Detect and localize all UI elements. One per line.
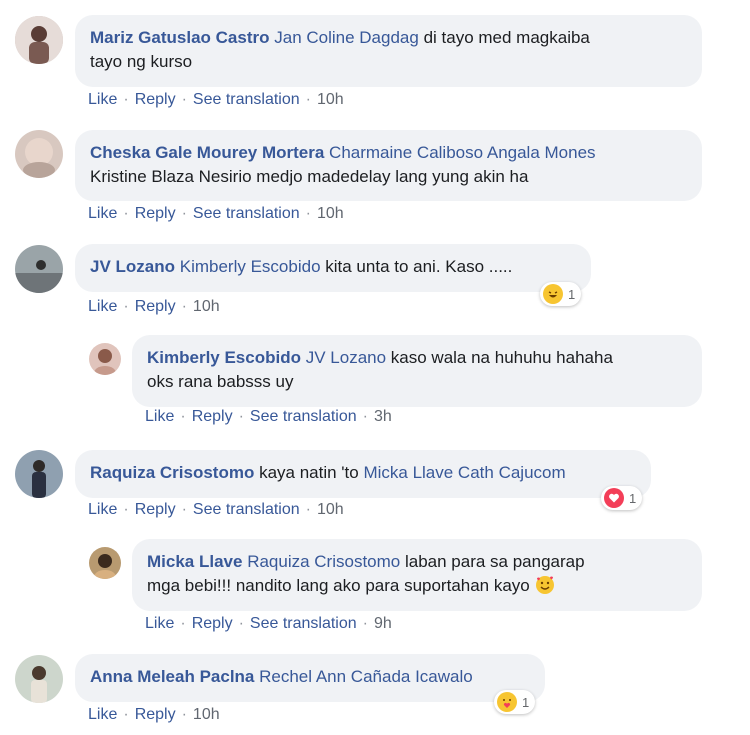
comment-text: laban para sa pangarap xyxy=(400,552,585,571)
avatar[interactable] xyxy=(15,16,63,64)
reaction-summary[interactable]: 1 xyxy=(601,486,643,510)
comment-author[interactable]: Raquiza Crisostomo xyxy=(90,463,254,482)
reaction-count: 1 xyxy=(522,694,530,710)
timestamp[interactable]: 10h xyxy=(193,706,220,723)
see-translation-link[interactable]: See translation xyxy=(193,501,300,518)
like-link[interactable]: Like xyxy=(145,408,174,425)
see-translation-link[interactable]: See translation xyxy=(193,91,300,108)
tagged-name[interactable]: Micka Llave Cath Cajucom xyxy=(363,463,565,482)
reply-link[interactable]: Reply xyxy=(192,615,233,632)
comment-bubble: Anna Meleah Paclna Rechel Ann Cañada Ica… xyxy=(75,654,545,702)
comment-bubble: Micka Llave Raquiza Crisostomo laban par… xyxy=(132,539,702,611)
tagged-name[interactable]: Charmaine Caliboso Angala Mones xyxy=(329,143,596,162)
comment-author[interactable]: Kimberly Escobido xyxy=(147,348,301,367)
comment-text: kaya natin 'to xyxy=(254,463,364,482)
avatar[interactable] xyxy=(89,547,121,579)
see-translation-link[interactable]: See translation xyxy=(250,408,357,425)
comment-text: oks rana babsss uy xyxy=(147,372,294,391)
comment-actions: Like · Reply · See translation · 10h xyxy=(88,205,344,222)
comment-bubble: JV Lozano Kimberly Escobido kita unta to… xyxy=(75,244,591,292)
reaction-summary[interactable]: 1 xyxy=(494,690,536,714)
reaction-summary[interactable]: 1 xyxy=(540,282,582,306)
reply-link[interactable]: Reply xyxy=(135,501,176,518)
comment-author[interactable]: JV Lozano xyxy=(90,257,175,276)
comment-text: medjo madedelay lang yung akin ha xyxy=(251,167,529,186)
tagged-name[interactable]: JV Lozano xyxy=(306,348,386,367)
comment-actions: Like · Reply · See translation · 3h xyxy=(145,408,392,425)
comment-actions: Like · Reply · See translation · 9h xyxy=(145,615,392,632)
avatar[interactable] xyxy=(15,450,63,498)
comment-author[interactable]: Anna Meleah Paclna xyxy=(90,667,254,686)
tagged-name[interactable]: Raquiza Crisostomo xyxy=(247,552,400,571)
like-link[interactable]: Like xyxy=(88,298,117,315)
comment-bubble: Mariz Gatuslao Castro Jan Coline Dagdag … xyxy=(75,15,702,87)
reaction-count: 1 xyxy=(629,490,637,506)
timestamp[interactable]: 10h xyxy=(317,91,344,108)
see-translation-link[interactable]: See translation xyxy=(250,615,357,632)
tagged-name[interactable]: Jan Coline Dagdag xyxy=(274,28,419,47)
like-link[interactable]: Like xyxy=(88,706,117,723)
see-translation-link[interactable]: See translation xyxy=(193,205,300,222)
reply-link[interactable]: Reply xyxy=(135,706,176,723)
reply-link[interactable]: Reply xyxy=(192,408,233,425)
comment-author[interactable]: Cheska Gale Mourey Mortera xyxy=(90,143,324,162)
comment-bubble: Raquiza Crisostomo kaya natin 'to Micka … xyxy=(75,450,651,498)
reply-link[interactable]: Reply xyxy=(135,91,176,108)
comment-actions: Like · Reply · See translation · 10h xyxy=(88,501,344,518)
avatar[interactable] xyxy=(15,655,63,703)
reply-link[interactable]: Reply xyxy=(135,298,176,315)
haha-reaction-icon xyxy=(543,284,563,304)
avatar[interactable] xyxy=(15,245,63,293)
like-link[interactable]: Like xyxy=(88,501,117,518)
timestamp[interactable]: 3h xyxy=(374,408,392,425)
tagged-name[interactable]: Kimberly Escobido xyxy=(180,257,321,276)
comment-text: kita unta to ani. Kaso ..... xyxy=(320,257,513,276)
love-reaction-icon xyxy=(604,488,624,508)
comment-bubble: Kimberly Escobido JV Lozano kaso wala na… xyxy=(132,335,702,407)
like-link[interactable]: Like xyxy=(145,615,174,632)
timestamp[interactable]: 10h xyxy=(317,205,344,222)
comment-actions: Like · Reply · 10h xyxy=(88,706,220,723)
smiling-face-with-hearts-icon xyxy=(535,575,555,602)
timestamp[interactable]: 9h xyxy=(374,615,392,632)
timestamp[interactable]: 10h xyxy=(193,298,220,315)
like-link[interactable]: Like xyxy=(88,91,117,108)
comment-text: di tayo med magkaiba xyxy=(418,28,590,47)
care-reaction-icon xyxy=(497,692,517,712)
reaction-count: 1 xyxy=(568,286,576,302)
comment-actions: Like · Reply · See translation · 10h xyxy=(88,91,344,108)
comment-bubble: Cheska Gale Mourey Mortera Charmaine Cal… xyxy=(75,130,702,201)
comment-author[interactable]: Micka Llave xyxy=(147,552,242,571)
like-link[interactable]: Like xyxy=(88,205,117,222)
comment-text: tayo ng kurso xyxy=(90,52,193,71)
comment-text: mga bebi!!! nandito lang ako para suport… xyxy=(147,576,530,595)
comment-author[interactable]: Mariz Gatuslao Castro xyxy=(90,28,270,47)
comment-actions: Like · Reply · 10h xyxy=(88,298,220,315)
avatar[interactable] xyxy=(15,130,63,178)
tagged-name[interactable]: Rechel Ann Cañada Icawalo xyxy=(259,667,473,686)
reply-link[interactable]: Reply xyxy=(135,205,176,222)
timestamp[interactable]: 10h xyxy=(317,501,344,518)
avatar[interactable] xyxy=(89,343,121,375)
comment-text: kaso wala na huhuhu hahaha xyxy=(386,348,613,367)
tagged-name[interactable]: Kristine Blaza Nesirio xyxy=(90,167,252,186)
